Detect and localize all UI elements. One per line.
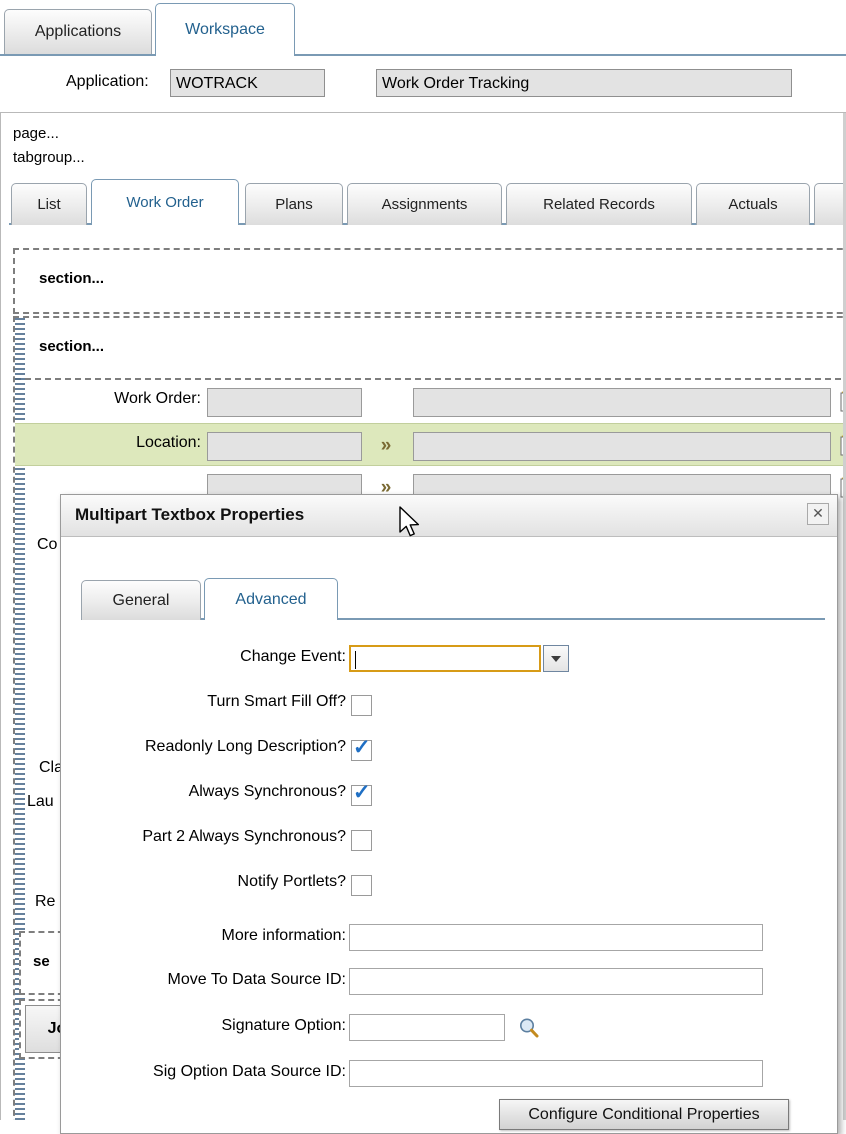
location-label: Location: (136, 434, 201, 451)
move-to-data-source-id-label: Move To Data Source ID: (167, 971, 346, 988)
dialog-tab-advanced-label: Advanced (235, 590, 307, 608)
occluded-label-launch: Lau (27, 793, 54, 810)
dialog-tabstrip: General Advanced (81, 578, 825, 620)
move-to-data-source-id-input[interactable] (349, 968, 763, 995)
field-row-sig-option-data-source-id: Sig Option Data Source ID: (61, 1057, 837, 1093)
tab-list-label: List (37, 196, 61, 213)
signature-option-label: Signature Option: (221, 1017, 346, 1034)
dialog-body: General Advanced Change Event: Turn Smar… (61, 537, 837, 1133)
notify-portlets-label: Notify Portlets? (237, 873, 346, 890)
occluded-label-reported: Re (35, 893, 56, 910)
field-row-part2-always-synchronous: Part 2 Always Synchronous? (61, 822, 837, 858)
close-icon[interactable]: ✕ (807, 503, 829, 525)
attribute-row-location[interactable]: Location: » (15, 423, 846, 466)
tab-actuals-label: Actuals (728, 196, 778, 213)
section-inner-label: section... (39, 338, 105, 355)
occluded-label-contact: Co (37, 536, 58, 553)
sig-option-data-source-id-input[interactable] (349, 1060, 763, 1087)
part2-always-synchronous-checkbox[interactable] (351, 830, 372, 851)
turn-smart-fill-off-label: Turn Smart Fill Off? (207, 693, 346, 710)
tab-actuals[interactable]: Actuals (696, 183, 810, 225)
dialog-tab-general-label: General (112, 591, 170, 609)
always-synchronous-checkbox[interactable] (351, 780, 372, 806)
location-value-field[interactable] (207, 432, 362, 461)
tab-related-records[interactable]: Related Records (506, 183, 692, 225)
always-synchronous-label: Always Synchronous? (188, 783, 346, 800)
tabgroup-label: tabgroup... (13, 149, 85, 166)
location-detail-menu-icon[interactable]: » (373, 436, 399, 458)
tab-safety-plan[interactable]: Sa (814, 183, 846, 225)
readonly-long-description-checkbox[interactable] (351, 735, 372, 761)
section-outer-label: section... (39, 270, 105, 287)
tab-list[interactable]: List (11, 183, 87, 225)
change-event-label: Change Event: (240, 648, 346, 665)
application-label: Application: (66, 73, 149, 90)
readonly-long-description-label: Readonly Long Description? (144, 738, 346, 755)
dialog-title: Multipart Textbox Properties (75, 505, 305, 524)
field-row-readonly-long-description: Readonly Long Description? (61, 732, 837, 768)
part2-always-synchronous-label: Part 2 Always Synchronous? (142, 828, 346, 845)
more-information-label: More information: (221, 927, 347, 944)
field-row-move-to-data-source-id: Move To Data Source ID: (61, 965, 837, 1001)
tab-applications[interactable]: Applications (4, 9, 152, 54)
application-description-field[interactable]: Work Order Tracking (376, 69, 792, 97)
application-header: Application: WOTRACK Work Order Tracking (0, 56, 846, 112)
tab-applications-label: Applications (34, 23, 122, 40)
search-icon[interactable] (517, 1016, 541, 1040)
subsection-label: se (33, 953, 50, 970)
dialog-titlebar[interactable]: Multipart Textbox Properties ✕ (61, 495, 837, 537)
field-row-change-event: Change Event: (61, 642, 837, 678)
dialog-tab-general[interactable]: General (81, 580, 201, 620)
configure-conditional-properties-label: Configure Conditional Properties (528, 1105, 760, 1123)
field-row-notify-portlets: Notify Portlets? (61, 867, 837, 903)
workspace-tabstrip: List Work Order Plans Assignments Relate… (9, 178, 846, 225)
configure-conditional-properties-button[interactable]: Configure Conditional Properties (499, 1099, 789, 1130)
field-row-more-information: More information: (61, 921, 837, 957)
attribute-row-work-order[interactable]: Work Order: (15, 380, 846, 423)
dialog-tab-advanced[interactable]: Advanced (204, 578, 338, 620)
work-order-label-wrap: Work Order: (15, 380, 201, 423)
location-description-field[interactable] (413, 432, 831, 461)
tab-plans[interactable]: Plans (245, 183, 343, 225)
work-order-description-field[interactable] (413, 388, 831, 417)
more-information-input[interactable] (349, 924, 763, 951)
tab-assignments[interactable]: Assignments (347, 183, 502, 225)
application-id-field[interactable]: WOTRACK (170, 69, 325, 97)
field-row-signature-option: Signature Option: (61, 1011, 837, 1047)
tab-work-order-label: Work Order (126, 194, 204, 211)
location-label-wrap: Location: (15, 424, 201, 465)
text-caret (355, 651, 356, 669)
field-row-always-synchronous: Always Synchronous? (61, 777, 837, 813)
tab-related-records-label: Related Records (543, 196, 655, 213)
designer-section-outer[interactable]: section... (13, 248, 846, 314)
tab-plans-label: Plans (275, 196, 313, 213)
field-row-turn-smart-fill-off: Turn Smart Fill Off? (61, 687, 837, 723)
signature-option-input[interactable] (349, 1014, 505, 1041)
work-order-label: Work Order: (114, 390, 201, 407)
multipart-textbox-properties-dialog: Multipart Textbox Properties ✕ General A… (60, 494, 838, 1134)
sig-option-data-source-id-label: Sig Option Data Source ID: (153, 1063, 346, 1080)
change-event-input[interactable] (349, 645, 541, 672)
chevron-down-icon[interactable] (543, 645, 569, 672)
tab-assignments-label: Assignments (381, 196, 468, 213)
work-order-value-field[interactable] (207, 388, 362, 417)
tab-workspace[interactable]: Workspace (155, 3, 295, 56)
application-tabstrip: Applications Workspace (0, 0, 846, 56)
tab-work-order[interactable]: Work Order (91, 179, 239, 225)
turn-smart-fill-off-checkbox[interactable] (351, 695, 372, 716)
page-label: page... (13, 125, 59, 142)
tab-workspace-label: Workspace (185, 21, 265, 38)
notify-portlets-checkbox[interactable] (351, 875, 372, 896)
